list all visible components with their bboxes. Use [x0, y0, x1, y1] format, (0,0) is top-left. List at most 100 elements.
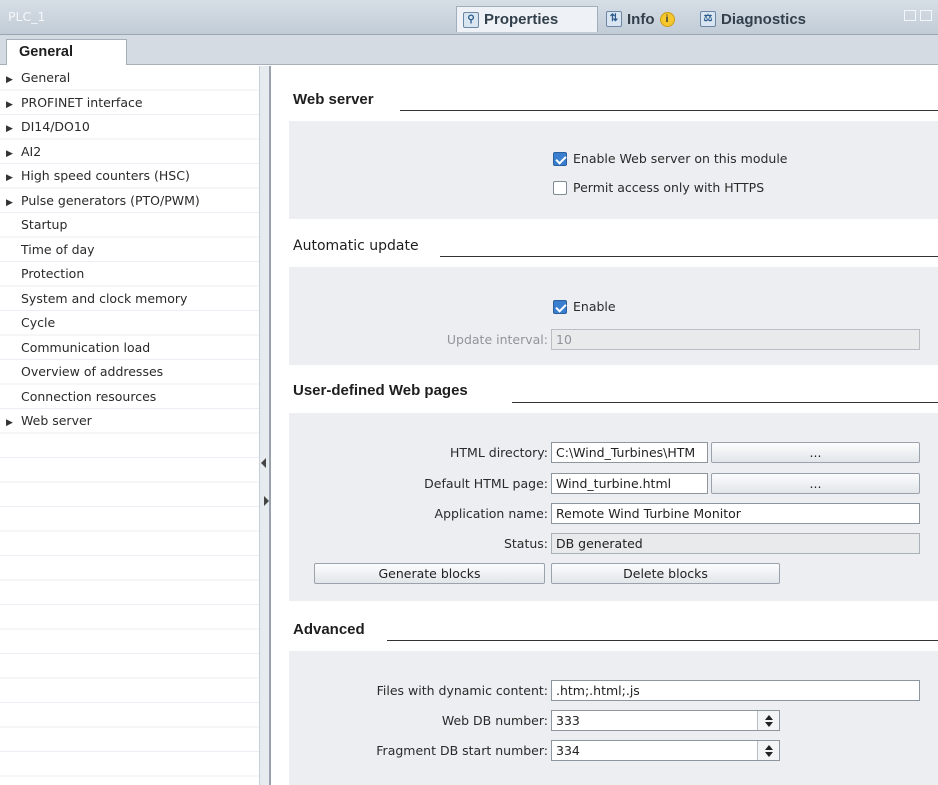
nav-item[interactable]: ▶ AI2 [0, 140, 259, 165]
nav-item[interactable]: System and clock memory [0, 287, 259, 312]
checkbox-checked-icon [553, 299, 567, 314]
maximize-icon[interactable] [920, 10, 932, 21]
spinner-icon[interactable] [757, 711, 779, 730]
tab-diagnostics-label: Diagnostics [721, 10, 807, 28]
nav-item[interactable]: ▶ DI14/DO10 [0, 115, 259, 140]
enable-web-server-checkbox[interactable]: Enable Web server on this module [553, 151, 788, 166]
web-server-panel: Enable Web server on this module Permit … [289, 121, 938, 219]
restore-icon[interactable] [904, 10, 916, 21]
collapse-left-icon[interactable] [261, 458, 266, 468]
section-automatic-update-label: Automatic update [293, 238, 419, 254]
status-field: DB generated [551, 533, 920, 554]
default-page-browse-button[interactable]: ... [711, 473, 920, 494]
auto-update-enable-label: Enable [573, 299, 616, 314]
nav-item-label: Web server [21, 413, 92, 428]
application-name-label: Application name: [434, 506, 548, 521]
nav-item-label: Pulse generators (PTO/PWM) [21, 192, 200, 208]
title-bar: PLC_1 ⚲ Properties ⇅ Info i ⚖ Diagnostic… [0, 0, 938, 35]
section-web-server-label: Web server [293, 91, 374, 108]
window-controls [904, 10, 932, 21]
nav-item-label: General [21, 70, 71, 85]
section-user-pages-title: User-defined Web pages [293, 382, 468, 399]
nav-item-label: Startup [21, 217, 68, 232]
nav-item[interactable]: Connection resources [0, 385, 259, 410]
expand-arrow-icon[interactable]: ▶ [6, 411, 21, 436]
dynamic-content-label: Files with dynamic content: [376, 683, 548, 698]
delete-blocks-button[interactable]: Delete blocks [551, 563, 780, 584]
nav-item[interactable]: ▶ PROFINET interface [0, 91, 259, 116]
tab-info[interactable]: ⇅ Info i [600, 6, 692, 32]
nav-item[interactable]: Cycle [0, 311, 259, 336]
divider [400, 110, 938, 111]
fragment-db-value: 334 [556, 743, 580, 758]
divider [512, 402, 938, 403]
section-automatic-update-title: Automatic update [293, 238, 419, 254]
expand-arrow-icon[interactable]: ▶ [6, 93, 21, 118]
checkbox-checked-icon [553, 151, 567, 166]
nav-item[interactable]: ▶ Web server [0, 409, 259, 434]
default-page-label: Default HTML page: [424, 476, 548, 491]
divider [440, 256, 938, 257]
dynamic-content-field[interactable]: .htm;.html;.js [551, 680, 920, 701]
update-interval-field[interactable]: 10 [551, 329, 920, 350]
expand-arrow-icon[interactable]: ▶ [6, 191, 21, 216]
generate-blocks-button[interactable]: Generate blocks [314, 563, 545, 584]
section-advanced-label: Advanced [293, 621, 365, 638]
nav-item[interactable]: Protection [0, 262, 259, 287]
nav-item[interactable]: ▶ High speed counters (HSC) [0, 164, 259, 189]
html-directory-label: HTML directory: [450, 445, 548, 460]
properties-icon: ⚲ [463, 11, 479, 28]
status-label: Status: [503, 536, 548, 551]
nav-item[interactable]: Overview of addresses [0, 360, 259, 385]
https-only-checkbox[interactable]: Permit access only with HTTPS [553, 180, 764, 195]
tab-info-label: Info [627, 10, 655, 28]
expand-arrow-icon[interactable]: ▶ [6, 68, 21, 93]
expand-arrow-icon[interactable]: ▶ [6, 142, 21, 167]
default-page-field[interactable]: Wind_turbine.html [551, 473, 708, 494]
section-user-pages-label: User-defined Web pages [293, 382, 468, 399]
nav-item[interactable]: Time of day [0, 238, 259, 263]
diagnostics-icon: ⚖ [700, 11, 716, 27]
html-directory-browse-button[interactable]: ... [711, 442, 920, 463]
section-advanced-title: Advanced [293, 621, 365, 638]
tab-properties-label: Properties [484, 11, 559, 28]
splitter[interactable] [259, 66, 271, 785]
nav-item-label: System and clock memory [21, 290, 188, 306]
nav-item-label: Cycle [21, 315, 56, 330]
web-db-number-label: Web DB number: [441, 713, 548, 728]
tab-strip: General [0, 35, 938, 65]
expand-arrow-icon[interactable]: ▶ [6, 166, 21, 191]
spinner-icon[interactable] [757, 741, 779, 760]
nav-item[interactable]: ▶ General [0, 66, 259, 91]
nav-item-label: AI2 [21, 143, 42, 159]
automatic-update-panel: Enable Update interval: 10 [289, 267, 938, 365]
divider [387, 640, 938, 641]
nav-item-label: DI14/DO10 [21, 119, 90, 134]
nav-item-label: PROFINET interface [21, 94, 143, 110]
nav-item[interactable]: Communication load [0, 336, 259, 361]
user-pages-panel: HTML directory: C:\Wind_Turbines\HTM ...… [289, 413, 938, 601]
web-db-number-field[interactable]: 333 [551, 710, 780, 731]
window-title: PLC_1 [8, 9, 46, 24]
nav-item-label: Protection [21, 266, 85, 281]
info-icon: i [659, 11, 675, 27]
fragment-db-label: Fragment DB start number: [376, 743, 548, 758]
nav-item-label: Communication load [21, 339, 151, 355]
nav-item[interactable]: Startup [0, 213, 259, 238]
expand-right-icon[interactable] [264, 496, 269, 506]
property-nav: ▶ General ▶ PROFINET interface ▶ DI14/DO10 ▶ AI… [0, 66, 259, 785]
html-directory-field[interactable]: C:\Wind_Turbines\HTM [551, 442, 708, 463]
nav-item[interactable]: ▶ Pulse generators (PTO/PWM) [0, 189, 259, 214]
advanced-panel: Files with dynamic content: .htm;.html;.… [289, 651, 938, 785]
tab-properties[interactable]: ⚲ Properties [456, 6, 598, 32]
expand-arrow-icon[interactable]: ▶ [6, 117, 21, 142]
web-db-number-value: 333 [556, 713, 580, 728]
update-interval-label: Update interval: [446, 332, 548, 347]
application-name-field[interactable]: Remote Wind Turbine Monitor [551, 503, 920, 524]
section-web-server-title: Web server [293, 91, 374, 108]
fragment-db-field[interactable]: 334 [551, 740, 780, 761]
tab-general[interactable]: General [6, 39, 127, 65]
nav-item-label: High speed counters (HSC) [21, 168, 190, 183]
auto-update-enable-checkbox[interactable]: Enable [553, 299, 616, 314]
tab-diagnostics[interactable]: ⚖ Diagnostics [694, 6, 854, 32]
